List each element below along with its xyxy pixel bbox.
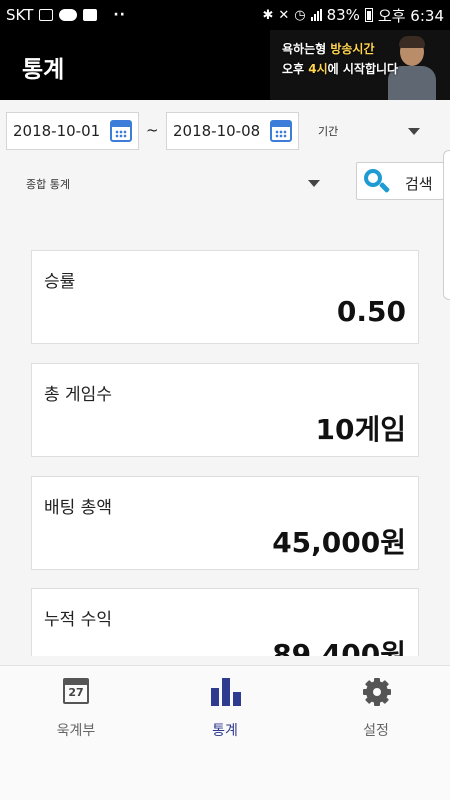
message-notification-icon xyxy=(83,9,98,21)
search-icon xyxy=(364,169,391,195)
calendar-icon[interactable] xyxy=(110,120,132,142)
banner-line-2-suffix: 에 시작합니다 xyxy=(327,62,399,76)
carrier-name: SKT xyxy=(6,6,34,24)
nav-item-label: 통계 xyxy=(212,723,238,739)
status-bar-right: ✱ ✕ ◷ 83% 오후 6:34 xyxy=(262,5,450,26)
status-bar-left: SKT ·· xyxy=(0,6,126,24)
stat-value: 0.50 xyxy=(336,295,406,328)
start-date-field[interactable]: 2018-10-01 xyxy=(6,112,139,150)
app-bar: 통계 욕하는형 방송시간 오후 4시에 시작합니다 xyxy=(0,30,450,100)
banner-line-2: 오후 4시에 시작합니다 xyxy=(282,60,398,77)
banner-line-2-text: 오후 xyxy=(282,62,309,76)
calendar-icon[interactable] xyxy=(270,120,292,142)
battery-icon xyxy=(364,8,373,22)
chevron-down-icon xyxy=(408,128,420,135)
banner-line-2-highlight: 4시 xyxy=(308,62,328,76)
talk-notification-icon xyxy=(59,9,78,21)
stat-value: 45,000원 xyxy=(272,526,406,559)
stat-value: 10게임 xyxy=(315,413,407,446)
start-date-value: 2018-10-01 xyxy=(13,122,101,140)
mute-icon: ✕ xyxy=(278,7,290,23)
bottom-navigation: 27 욱계부 통계 설정 xyxy=(0,665,450,800)
stat-label: 승률 xyxy=(44,272,76,292)
stat-card-total-bet: 배팅 총액 45,000원 xyxy=(31,476,419,570)
gallery-notification-icon xyxy=(39,9,54,21)
nav-item-ledger[interactable]: 27 욱계부 xyxy=(36,676,116,739)
calendar-icon: 27 xyxy=(63,678,89,704)
period-dropdown[interactable]: 기간 xyxy=(318,118,424,146)
search-button-label: 검색 xyxy=(405,175,433,193)
bluetooth-icon: ✱ xyxy=(262,7,274,23)
nav-item-label: 설정 xyxy=(363,723,389,739)
bar-chart-icon xyxy=(211,678,241,706)
stat-card-win-rate: 승률 0.50 xyxy=(31,250,419,344)
stats-type-dropdown[interactable]: 종합 통계 xyxy=(26,170,324,198)
clock: 오후 6:34 xyxy=(377,6,444,25)
page-title: 통계 xyxy=(22,57,65,83)
end-date-field[interactable]: 2018-10-08 xyxy=(166,112,299,150)
signal-icon xyxy=(310,9,322,21)
search-button[interactable]: 검색 xyxy=(356,162,444,200)
stat-label: 누적 수익 xyxy=(44,610,112,630)
alarm-icon: ◷ xyxy=(294,7,306,23)
banner-line-1-highlight: 방송시간 xyxy=(330,42,375,56)
more-notifications-icon: ·· xyxy=(113,7,126,23)
chevron-down-icon xyxy=(308,180,320,187)
end-date-value: 2018-10-08 xyxy=(173,122,261,140)
gear-icon xyxy=(363,678,391,706)
date-range-separator: ~ xyxy=(146,121,159,139)
stat-card-total-games: 총 게임수 10게임 xyxy=(31,363,419,457)
stats-list[interactable]: 승률 0.50 총 게임수 10게임 배팅 총액 45,000원 누적 수익 8… xyxy=(0,200,450,656)
stat-label: 총 게임수 xyxy=(44,385,112,405)
status-bar: SKT ·· ✱ ✕ ◷ 83% 오후 6:34 xyxy=(0,0,450,30)
broadcast-banner[interactable]: 욕하는형 방송시간 오후 4시에 시작합니다 xyxy=(270,30,450,100)
banner-line-1: 욕하는형 방송시간 xyxy=(282,40,375,57)
nav-item-stats[interactable]: 통계 xyxy=(185,676,265,739)
stats-type-selected-value: 종합 통계 xyxy=(26,178,70,191)
stat-value: 89,400원 xyxy=(272,638,406,656)
nav-item-label: 욱계부 xyxy=(56,723,96,739)
stat-label: 배팅 총액 xyxy=(44,498,112,518)
calendar-icon-day: 27 xyxy=(68,686,84,699)
stat-card-cumulative-profit: 누적 수익 89,400원 xyxy=(31,588,419,656)
battery-percent: 83% xyxy=(326,6,360,24)
period-selected-value: 기간 xyxy=(318,125,339,138)
banner-line-1-text: 욕하는형 xyxy=(282,42,331,56)
nav-item-settings[interactable]: 설정 xyxy=(336,676,416,739)
